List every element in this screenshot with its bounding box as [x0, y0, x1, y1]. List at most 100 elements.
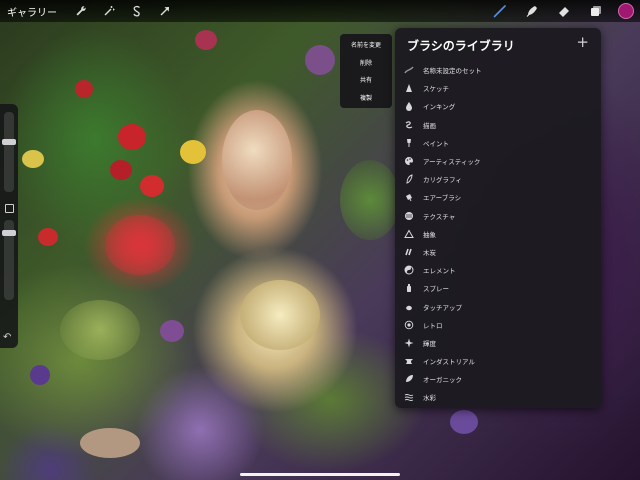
mushroom-shape — [80, 428, 140, 458]
airbrush-icon — [404, 192, 414, 202]
brush-set-label: 抽象 — [423, 230, 436, 239]
brush-set-item[interactable]: 木炭 — [395, 243, 601, 261]
rose-shape — [195, 30, 217, 50]
brush-set-item[interactable]: ペイント — [395, 134, 601, 152]
calligraphy-icon — [404, 174, 414, 184]
leaf-icon — [404, 374, 414, 384]
delete-menu-item[interactable]: 削除 — [340, 58, 392, 67]
rose-shape — [140, 175, 164, 197]
brush-set-item[interactable]: スプレー — [395, 279, 601, 297]
brush-set-item[interactable]: 名称未設定のセット — [395, 61, 601, 79]
brush-set-label: エアーブラシ — [423, 194, 462, 203]
palette-icon — [404, 156, 414, 166]
rose-shape — [110, 160, 132, 180]
pencil-tip-icon — [404, 83, 414, 93]
transform-arrow-icon[interactable] — [157, 3, 173, 19]
brush-set-item[interactable]: レトロ — [395, 316, 601, 334]
touchup-icon — [404, 302, 414, 312]
undo-icon[interactable]: ↶ — [3, 332, 11, 343]
eraser-icon[interactable] — [556, 3, 572, 19]
yellow-flower-shape — [180, 140, 206, 164]
brush-set-item[interactable]: インダストリアル — [395, 352, 601, 370]
brush-set-item[interactable]: オーガニック — [395, 370, 601, 388]
spray-can-icon — [404, 283, 414, 293]
smudge-icon[interactable] — [524, 3, 540, 19]
brush-set-label: 水彩 — [423, 394, 436, 403]
texture-icon — [404, 211, 414, 221]
purple-flower-shape — [160, 320, 184, 342]
color-picker-button[interactable] — [618, 3, 634, 19]
rose-shape — [118, 124, 146, 150]
ink-drop-icon — [404, 101, 414, 112]
brush-set-item[interactable]: 描画 — [395, 116, 601, 134]
purple-flower-shape — [450, 410, 478, 434]
purple-flower-shape — [30, 365, 50, 385]
brush-set-item[interactable]: タッチアップ — [395, 297, 601, 315]
brush-set-label: スケッチ — [423, 85, 449, 94]
hands-shape — [240, 280, 320, 350]
face-shape — [222, 110, 292, 210]
brush-set-list: 名称未設定のセット スケッチインキング描画ペイントアーティスティック カリグラフィエ… — [395, 61, 601, 407]
triangle-icon — [404, 229, 414, 239]
retro-circle-icon — [404, 320, 414, 330]
paint-brush-icon — [404, 138, 414, 148]
left-sidebar: ↶ — [0, 104, 18, 348]
brush-set-label: 名称未設定のセット — [423, 67, 482, 76]
brush-set-item[interactable]: テクスチャ — [395, 207, 601, 225]
scribble-icon — [404, 120, 414, 130]
anvil-icon — [404, 356, 414, 366]
duplicate-menu-item[interactable]: 複製 — [340, 93, 392, 102]
share-menu-item[interactable]: 共有 — [340, 75, 392, 84]
brush-set-label: 輝度 — [423, 339, 436, 348]
set-context-menu: 名前を変更 削除 共有 複製 — [340, 34, 392, 108]
brush-set-label: アーティスティック — [423, 158, 481, 167]
brush-set-item[interactable]: 抽象 — [395, 225, 601, 243]
wrench-icon[interactable] — [73, 3, 89, 19]
brush-set-item[interactable]: 輝度 — [395, 334, 601, 352]
brush-set-item[interactable]: スケッチ — [395, 79, 601, 97]
rose-shape — [75, 80, 93, 98]
brush-set-item[interactable]: 水彩 — [395, 388, 601, 406]
brush-set-label: 描画 — [423, 121, 436, 130]
brush-set-label: オーガニック — [423, 376, 462, 385]
brush-set-label: エレメント — [423, 267, 456, 276]
yellow-flower-shape — [22, 150, 44, 168]
home-indicator[interactable] — [240, 473, 400, 476]
leaf-cluster-shape — [340, 160, 400, 240]
magic-wand-icon[interactable] — [101, 3, 117, 19]
brush-set-label: インダストリアル — [423, 358, 475, 367]
brush-size-handle[interactable] — [2, 138, 16, 145]
brush-set-label: スプレー — [423, 285, 449, 294]
brush-size-slider[interactable] — [4, 112, 14, 192]
brush-library-panel: ブラシのライブラリ + 名称未設定のセット スケッチインキング描画ペイントアーティ… — [395, 28, 601, 408]
purple-flower-shape — [305, 45, 335, 75]
charcoal-icon — [404, 247, 414, 257]
rose-shape — [38, 228, 58, 246]
top-toolbar: ギャラリー — [0, 0, 640, 22]
brush-set-item[interactable]: カリグラフィ — [395, 170, 601, 188]
opacity-handle[interactable] — [2, 230, 16, 237]
coral-shape — [105, 215, 175, 275]
stroke-icon — [404, 65, 414, 75]
sparkle-icon — [404, 338, 414, 348]
add-brush-set-button[interactable]: + — [576, 33, 589, 51]
painting-tools — [484, 3, 634, 19]
brush-set-item[interactable]: エレメント — [395, 261, 601, 279]
selection-icon[interactable] — [129, 3, 145, 19]
brush-set-item[interactable]: インキング — [395, 97, 601, 115]
brush-set-label: カリグラフィ — [423, 176, 462, 185]
brush-set-label: タッチアップ — [423, 303, 462, 312]
panel-title: ブラシのライブラリ — [407, 39, 515, 53]
brush-icon[interactable] — [492, 3, 508, 19]
gallery-button[interactable]: ギャラリー — [7, 4, 57, 19]
brush-set-item[interactable]: エアーブラシ — [395, 188, 601, 206]
brush-set-label: 木炭 — [423, 248, 436, 257]
leaf-cluster-shape — [60, 300, 140, 360]
brush-set-label: レトロ — [423, 321, 443, 330]
rename-menu-item[interactable]: 名前を変更 — [340, 40, 392, 49]
modify-button[interactable] — [5, 204, 14, 213]
brush-set-label: インキング — [423, 103, 456, 112]
layers-icon[interactable] — [588, 3, 604, 19]
waves-icon — [404, 392, 414, 402]
brush-set-item[interactable]: アーティスティック — [395, 152, 601, 170]
